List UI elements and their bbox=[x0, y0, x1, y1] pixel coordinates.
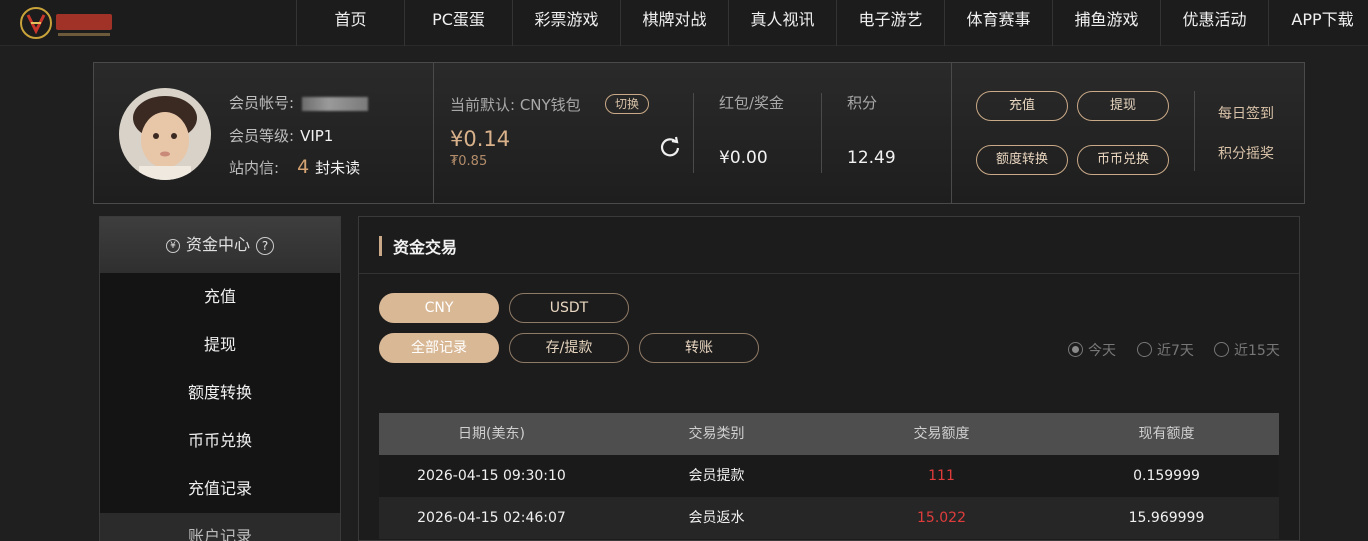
title-accent-bar bbox=[379, 236, 382, 256]
message-label: 站内信: bbox=[229, 159, 280, 177]
radio-dot bbox=[1214, 342, 1229, 357]
nav-live-casino[interactable]: 真人视讯 bbox=[728, 0, 836, 46]
avatar[interactable] bbox=[119, 88, 211, 180]
cell-date: 2026-04-15 02:46:07 bbox=[417, 510, 566, 526]
tab-usdt[interactable]: USDT bbox=[509, 293, 629, 323]
tab-cny[interactable]: CNY bbox=[379, 293, 499, 323]
switch-wallet-button[interactable]: 切换 bbox=[605, 94, 649, 114]
col-type: 交易类别 bbox=[688, 426, 745, 442]
tab-all-records[interactable]: 全部记录 bbox=[379, 333, 499, 363]
nav-card-games[interactable]: 棋牌对战 bbox=[620, 0, 728, 46]
member-level-row: 会员等级: VIP1 bbox=[229, 125, 333, 146]
deposit-button[interactable]: 充值 bbox=[976, 91, 1068, 121]
top-nav: 首页 PC蛋蛋 彩票游戏 棋牌对战 真人视讯 电子游艺 体育赛事 捕鱼游戏 优惠… bbox=[0, 0, 1368, 46]
divider bbox=[1194, 91, 1195, 171]
level-value: VIP1 bbox=[300, 127, 334, 145]
funds-center-title: 资金中心 bbox=[185, 235, 250, 254]
cell-date: 2026-04-15 09:30:10 bbox=[417, 468, 566, 484]
col-amount: 交易额度 bbox=[913, 426, 970, 442]
transfer-button[interactable]: 额度转换 bbox=[976, 145, 1068, 175]
radio-dot bbox=[1068, 342, 1083, 357]
sidebar-item-withdraw[interactable]: 提现 bbox=[100, 321, 340, 369]
nav-fishing[interactable]: 捕鱼游戏 bbox=[1052, 0, 1160, 46]
daily-signin-link[interactable]: 每日签到 bbox=[1218, 103, 1274, 123]
redpacket-label: 红包/奖金 bbox=[719, 94, 785, 112]
cell-balance: 0.159999 bbox=[1133, 468, 1200, 484]
account-panel: 会员帐号: 会员等级: VIP1 站内信: 4 封未读 当前默认: CNY钱包 切换 … bbox=[93, 62, 1305, 204]
nav-home[interactable]: 首页 bbox=[296, 0, 404, 46]
account-records-header[interactable]: 账户记录 bbox=[100, 513, 340, 541]
points-label: 积分 bbox=[847, 94, 878, 112]
range-15days-radio[interactable]: 近15天 bbox=[1214, 340, 1280, 360]
nav-app-download[interactable]: APP下载 bbox=[1268, 0, 1368, 46]
cell-type: 会员返水 bbox=[688, 510, 745, 526]
range-today-label: 今天 bbox=[1088, 343, 1116, 359]
coin-icon: ¥ bbox=[165, 238, 180, 253]
funds-transactions-panel: 资金交易 CNY USDT 全部记录 存/提款 转账 今天 近7天 近15天 日… bbox=[358, 216, 1300, 541]
nav-pc-egg[interactable]: PC蛋蛋 bbox=[404, 0, 512, 46]
nav-sports[interactable]: 体育赛事 bbox=[944, 0, 1052, 46]
page-title: 资金交易 bbox=[393, 238, 458, 257]
divider bbox=[951, 63, 952, 203]
sidebar-item-deposit-records[interactable]: 充值记录 bbox=[100, 465, 340, 513]
divider bbox=[821, 93, 822, 173]
range-15days-label: 近15天 bbox=[1234, 343, 1280, 359]
current-wallet-label: 当前默认: CNY钱包 bbox=[450, 96, 581, 114]
tab-transfer[interactable]: 转账 bbox=[639, 333, 759, 363]
table-row: 2026-04-15 02:46:07 会员返水 15.022 15.96999… bbox=[379, 497, 1279, 539]
nav-promotions[interactable]: 优惠活动 bbox=[1160, 0, 1268, 46]
main-menu: 首页 PC蛋蛋 彩票游戏 棋牌对战 真人视讯 电子游艺 体育赛事 捕鱼游戏 优惠… bbox=[296, 0, 1368, 46]
wallet-balance-usdt: ₮0.85 bbox=[450, 154, 488, 169]
panel-header: 资金交易 bbox=[359, 217, 1299, 274]
range-today-radio[interactable]: 今天 bbox=[1068, 340, 1116, 360]
range-7days-label: 近7天 bbox=[1157, 343, 1194, 359]
col-date: 日期(美东) bbox=[458, 426, 525, 442]
table-header: 日期(美东) 交易类别 交易额度 现有额度 bbox=[379, 413, 1279, 455]
message-suffix[interactable]: 封未读 bbox=[315, 159, 360, 177]
exchange-button[interactable]: 币币兑换 bbox=[1077, 145, 1169, 175]
message-count[interactable]: 4 bbox=[297, 156, 309, 178]
level-label: 会员等级: bbox=[229, 127, 295, 145]
funds-center-header: ¥ 资金中心? bbox=[100, 217, 340, 273]
nav-slots[interactable]: 电子游艺 bbox=[836, 0, 944, 46]
table-row: 2026-04-15 09:30:10 会员提款 111 0.159999 bbox=[379, 455, 1279, 497]
wallet-balance: ¥0.14 bbox=[450, 127, 511, 151]
help-icon[interactable]: ? bbox=[256, 236, 274, 255]
member-account-row: 会员帐号: bbox=[229, 92, 369, 113]
sidebar-item-deposit[interactable]: 充值 bbox=[100, 273, 340, 321]
divider bbox=[693, 93, 694, 173]
cell-type: 会员提款 bbox=[688, 468, 745, 484]
divider bbox=[433, 63, 434, 203]
redpacket-value: ¥0.00 bbox=[719, 148, 768, 168]
messages-row[interactable]: 站内信: 4 封未读 bbox=[229, 156, 360, 178]
sidebar-item-transfer[interactable]: 额度转换 bbox=[100, 369, 340, 417]
refresh-icon[interactable] bbox=[659, 136, 681, 158]
cell-amount: 15.022 bbox=[917, 510, 966, 526]
cell-amount: 111 bbox=[928, 468, 955, 484]
radio-dot bbox=[1137, 342, 1152, 357]
cell-balance: 15.969999 bbox=[1128, 510, 1205, 526]
masked-account-name bbox=[302, 96, 369, 111]
points-value: 12.49 bbox=[847, 148, 896, 168]
points-lottery-link[interactable]: 积分摇奖 bbox=[1218, 143, 1274, 163]
range-7days-radio[interactable]: 近7天 bbox=[1137, 340, 1194, 360]
withdraw-button[interactable]: 提现 bbox=[1077, 91, 1169, 121]
funds-sidebar: ¥ 资金中心? 充值 提现 额度转换 币币兑换 充值记录 账户记录 bbox=[99, 216, 341, 541]
transactions-table: 日期(美东) 交易类别 交易额度 现有额度 2026-04-15 09:30:1… bbox=[379, 413, 1279, 539]
nav-lottery[interactable]: 彩票游戏 bbox=[512, 0, 620, 46]
tab-deposit-withdraw[interactable]: 存/提款 bbox=[509, 333, 629, 363]
account-label: 会员帐号: bbox=[229, 94, 295, 112]
site-logo[interactable] bbox=[18, 5, 118, 41]
col-balance: 现有额度 bbox=[1138, 426, 1195, 442]
sidebar-item-exchange[interactable]: 币币兑换 bbox=[100, 417, 340, 465]
